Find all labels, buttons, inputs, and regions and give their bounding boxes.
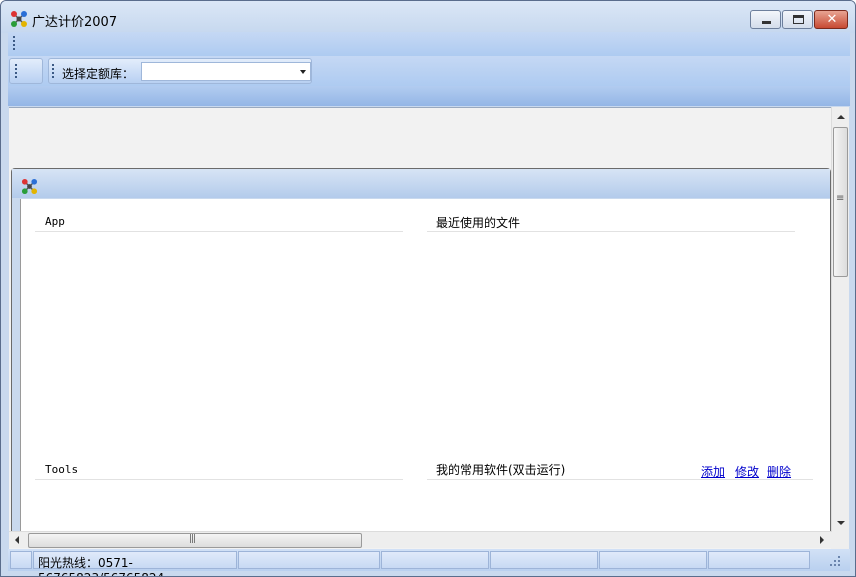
status-bar: 阳光热线：0571-56765823/56765824 <box>8 549 850 576</box>
vertical-scroll-thumb[interactable] <box>833 127 848 277</box>
status-cell <box>599 551 707 569</box>
start-panel: App 最近使用的文件 Tools 我的常用软件(双击运行) 添加 修改 删除 <box>11 168 831 533</box>
recent-files-title: 最近使用的文件 <box>436 216 521 230</box>
common-software-title: 我的常用软件(双击运行) <box>436 463 566 477</box>
recent-files-divider <box>427 231 795 232</box>
library-toolbar: 选择定额库： <box>48 58 312 84</box>
close-icon: ✕ <box>826 12 838 27</box>
common-software-divider <box>427 479 813 480</box>
library-toolbar-grip-handle[interactable] <box>52 64 55 80</box>
menu-grip-handle[interactable] <box>13 36 16 52</box>
minimize-button[interactable] <box>750 10 781 29</box>
tools-section-title: Tools <box>45 463 79 476</box>
chevron-down-icon[interactable] <box>296 63 310 80</box>
app-section-title: App <box>45 215 65 228</box>
arrow-up-icon[interactable] <box>832 109 849 126</box>
add-software-link[interactable]: 添加 <box>701 463 725 480</box>
hotline-text: 阳光热线：0571-56765823/56765824 <box>38 556 164 576</box>
arrow-right-icon[interactable] <box>813 532 830 549</box>
arrow-left-icon[interactable] <box>9 532 26 549</box>
status-cell <box>708 551 810 569</box>
status-cell-empty <box>10 551 32 569</box>
start-panel-body: App 最近使用的文件 Tools 我的常用软件(双击运行) 添加 修改 删除 <box>20 199 830 533</box>
toolbar: 选择定额库： <box>8 56 850 86</box>
molecule-icon <box>11 11 27 27</box>
toolbar-grip-handle[interactable] <box>15 64 18 80</box>
status-cell <box>238 551 380 569</box>
close-button[interactable]: ✕ <box>814 10 848 29</box>
horizontal-scroll-thumb[interactable] <box>28 533 362 548</box>
maximize-icon <box>793 15 804 24</box>
menu-bar <box>8 32 850 56</box>
window-title: 广达计价2007 <box>32 15 118 30</box>
horizontal-scrollbar[interactable] <box>9 531 831 548</box>
status-cell-hotline: 阳光热线：0571-56765823/56765824 <box>33 551 237 576</box>
app-window: 广达计价2007 ✕ 选择定额库： App 最近使用的文件 Tools 我的常用… <box>0 0 856 577</box>
delete-software-link[interactable]: 删除 <box>767 463 791 480</box>
app-section-divider <box>35 231 403 232</box>
molecule-icon <box>21 178 38 195</box>
edit-software-link[interactable]: 修改 <box>735 463 759 480</box>
vertical-scrollbar[interactable] <box>831 107 849 532</box>
tools-section-divider <box>35 479 403 480</box>
minimize-icon <box>762 21 771 24</box>
toolbar-left-strip <box>9 58 43 84</box>
library-label: 选择定额库： <box>62 67 135 81</box>
scrollbar-corner <box>831 532 849 549</box>
start-panel-header[interactable] <box>12 169 830 198</box>
toolbar-bottom-band <box>8 86 850 106</box>
resize-grip-icon[interactable] <box>826 554 842 568</box>
arrow-down-icon[interactable] <box>832 514 849 531</box>
library-select[interactable] <box>141 62 311 81</box>
maximize-button[interactable] <box>782 10 813 29</box>
title-bar[interactable]: 广达计价2007 ✕ <box>1 1 855 33</box>
status-cell <box>490 551 598 569</box>
status-cell <box>381 551 489 569</box>
